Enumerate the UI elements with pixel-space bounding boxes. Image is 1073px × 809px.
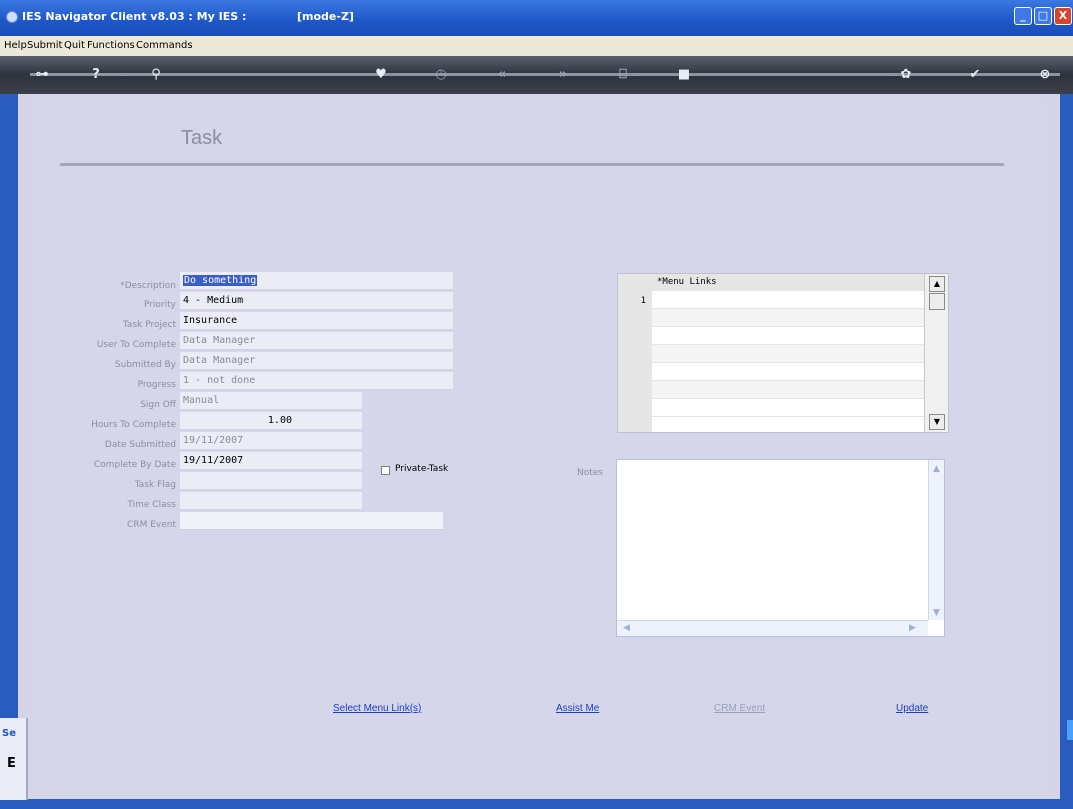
date-submitted-label: Date Submitted [104, 440, 176, 450]
progress-label: Progress [137, 380, 176, 390]
toolbar: ⊶ ? ⚲ ♥ ◷ « » ⌸ ■ ✿ ✔ ⊗ [0, 56, 1073, 94]
user-to-complete-field[interactable]: Data Manager [180, 332, 453, 350]
help-icon[interactable]: ? [86, 65, 106, 85]
menu-bar: Help Submit Quit Functions Commands [0, 36, 1073, 56]
assist-me-link[interactable]: Assist Me [556, 703, 599, 714]
description-label: *Description [120, 281, 176, 291]
grid-row[interactable] [652, 399, 924, 417]
menu-submit[interactable]: Submit [27, 40, 62, 51]
menu-functions[interactable]: Functions [87, 40, 135, 51]
grid-row[interactable] [652, 291, 924, 309]
task-flag-field[interactable] [180, 472, 362, 490]
sign-off-label: Sign Off [140, 400, 176, 410]
left-frame [0, 94, 18, 809]
ok-icon[interactable]: ✔ [965, 65, 985, 85]
task-flag-label: Task Flag [134, 480, 176, 490]
description-value: Do something [183, 275, 258, 286]
priority-field[interactable]: 4 - Medium [180, 292, 453, 310]
task-project-label: Task Project [122, 320, 176, 330]
grid-row-number: 1 [640, 296, 646, 306]
side-tab-label: Se [2, 728, 16, 739]
grid-scrollbar[interactable]: ▲ ▼ [924, 274, 948, 432]
date-submitted-field[interactable]: 19/11/2007 [180, 432, 362, 450]
complete-by-date-label: Complete By Date [93, 460, 176, 470]
title-divider [60, 163, 1004, 166]
hours-to-complete-label: Hours To Complete [91, 420, 176, 430]
task-project-field[interactable]: Insurance [180, 312, 453, 330]
description-field[interactable]: Do something [180, 272, 453, 290]
grid-row[interactable] [652, 345, 924, 363]
side-tab[interactable]: Se E [0, 718, 28, 800]
notes-textarea[interactable] [616, 459, 945, 637]
page-title: Task [181, 127, 223, 149]
private-task-label: Private-Task [395, 464, 449, 474]
grid-row[interactable] [652, 381, 924, 399]
tree-icon[interactable]: ⌸ [613, 65, 633, 85]
menu-commands[interactable]: Commands [136, 40, 193, 51]
right-frame [1060, 94, 1073, 809]
submitted-by-field[interactable]: Data Manager [180, 352, 453, 370]
crm-event-link[interactable]: CRM Event [714, 703, 765, 714]
select-menu-links-link[interactable]: Select Menu Link(s) [333, 703, 421, 714]
grid-row[interactable] [652, 309, 924, 327]
scroll-down-icon[interactable]: ▼ [929, 414, 945, 430]
progress-field[interactable]: 1 - not done [180, 372, 453, 390]
heart-icon[interactable]: ♥ [371, 65, 391, 85]
time-class-field[interactable] [180, 492, 362, 510]
close-icon[interactable]: ⊗ [1035, 65, 1055, 85]
notes-label: Notes [577, 468, 603, 478]
time-class-label: Time Class [127, 500, 176, 510]
crm-event-field[interactable] [180, 512, 443, 530]
submitted-by-label: Submitted By [114, 360, 176, 370]
close-window-button[interactable]: X [1054, 7, 1072, 25]
update-link[interactable]: Update [896, 703, 928, 714]
key-icon[interactable]: ⊶ [32, 65, 52, 85]
menu-help[interactable]: Help [4, 40, 27, 51]
app-window: IES Navigator Client v8.03 : My IES : [m… [0, 0, 1073, 809]
clock-icon[interactable]: ◷ [431, 65, 451, 85]
right-accent [1067, 720, 1073, 740]
menu-links-grid[interactable]: *Menu Links 1 ▲ ▼ [617, 273, 949, 433]
mode-indicator: [mode-Z] [297, 10, 354, 23]
back-icon[interactable]: « [492, 65, 512, 85]
menu-links-header: *Menu Links [652, 274, 924, 291]
scroll-up-icon[interactable]: ▲ [929, 276, 945, 292]
maximize-button[interactable]: □ [1034, 7, 1052, 25]
settings-icon[interactable]: ✿ [896, 65, 916, 85]
side-tab-glyph: E [7, 756, 16, 771]
scroll-thumb[interactable] [929, 293, 945, 310]
minimize-button[interactable]: _ [1014, 7, 1032, 25]
stop-icon[interactable]: ■ [674, 65, 694, 85]
window-title: IES Navigator Client v8.03 : My IES : [22, 10, 247, 23]
forward-icon[interactable]: » [553, 65, 573, 85]
grid-row[interactable] [652, 363, 924, 381]
hours-to-complete-field[interactable]: 1.00 [180, 412, 362, 430]
private-task-checkbox[interactable] [381, 466, 390, 475]
priority-label: Priority [143, 300, 176, 310]
user-to-complete-label: User To Complete [96, 340, 176, 350]
menu-quit[interactable]: Quit [64, 40, 85, 51]
search-icon[interactable]: ⚲ [146, 65, 166, 85]
complete-by-date-field[interactable]: 19/11/2007 [180, 452, 362, 470]
grid-row[interactable] [652, 327, 924, 345]
crm-event-label: CRM Event [127, 520, 176, 530]
app-icon [6, 11, 18, 23]
sign-off-field[interactable]: Manual [180, 392, 362, 410]
title-bar: IES Navigator Client v8.03 : My IES : [m… [0, 0, 1073, 36]
